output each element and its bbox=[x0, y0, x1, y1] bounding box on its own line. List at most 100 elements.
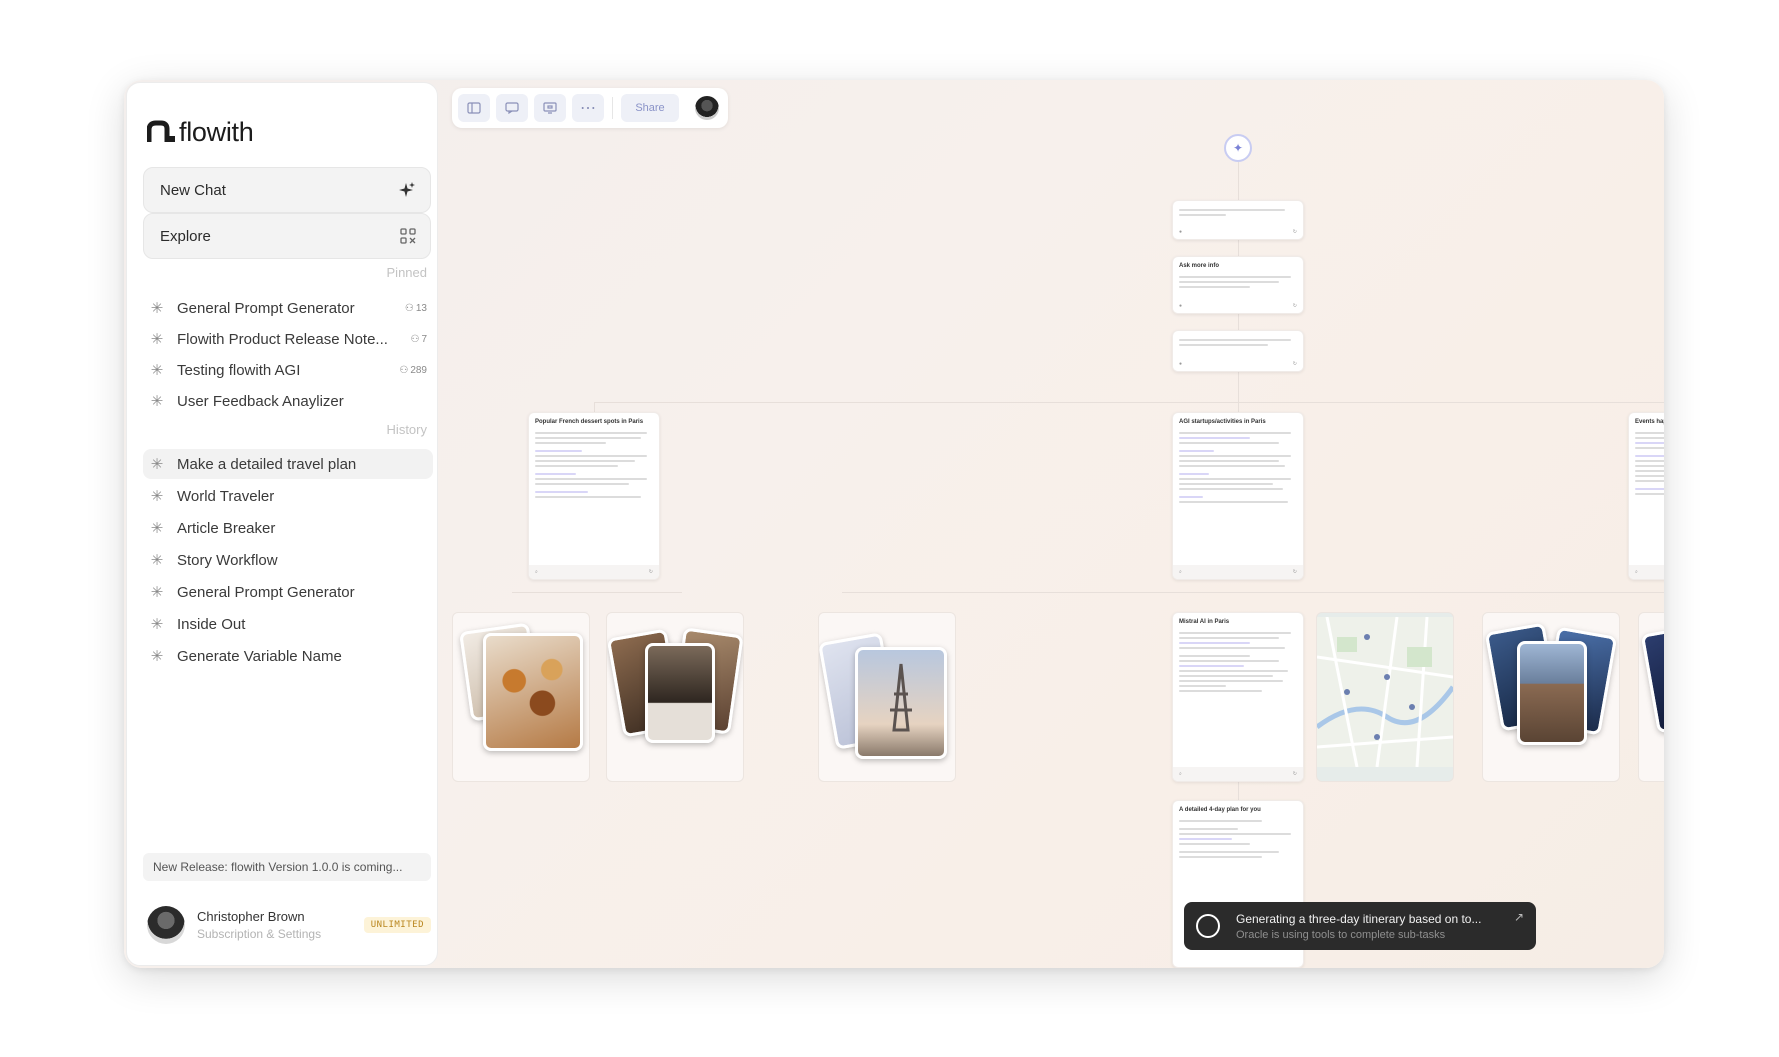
explore-label: Explore bbox=[160, 227, 211, 245]
canvas-toolbar: ⋯ Share bbox=[452, 88, 728, 128]
user-profile[interactable]: Christopher Brown Subscription & Setting… bbox=[147, 903, 431, 947]
history-item[interactable]: ✳ Article Breaker bbox=[143, 513, 433, 543]
image-search-card[interactable] bbox=[818, 612, 956, 782]
sparkle-icon: ✳ bbox=[150, 584, 164, 601]
sparkle-icon bbox=[399, 182, 415, 197]
avatar bbox=[147, 906, 185, 944]
pinned-item[interactable]: ✳ Testing flowith AGI ⚇ 289 bbox=[143, 355, 433, 385]
connector bbox=[1612, 592, 1664, 593]
card-title: Mistral AI in Paris bbox=[1179, 619, 1230, 625]
explore-button[interactable]: Explore bbox=[143, 213, 431, 259]
share-button[interactable]: Share bbox=[621, 94, 679, 122]
more-options-button[interactable]: ⋯ bbox=[572, 94, 604, 122]
flow-node-card[interactable]: Popular French dessert spots in Paris ⌕ ↻ bbox=[528, 412, 660, 580]
history-item-label: World Traveler bbox=[177, 487, 275, 505]
sparkle-icon: ✳ bbox=[150, 362, 164, 379]
chat-view-button[interactable] bbox=[496, 94, 528, 122]
flow-node-card[interactable]: AGI startups/activities in Paris ⌕ ↻ bbox=[1172, 412, 1304, 580]
history-section-label: History bbox=[386, 422, 427, 437]
connector bbox=[842, 592, 1612, 593]
sparkle-icon: ✳ bbox=[150, 393, 164, 410]
image-search-card[interactable] bbox=[1638, 612, 1664, 782]
connector bbox=[512, 592, 682, 593]
history-item[interactable]: ✳ Inside Out bbox=[143, 609, 433, 639]
app-name: flowith bbox=[179, 116, 254, 147]
history-item-label: Make a detailed travel plan bbox=[177, 455, 357, 473]
app-logo[interactable]: flowith bbox=[147, 116, 254, 147]
member-count: ⚇ 289 bbox=[399, 364, 427, 376]
flow-node-card[interactable]: ● ↻ bbox=[1172, 330, 1304, 372]
flow-root-node[interactable]: ✦ bbox=[1224, 134, 1252, 162]
image-thumbnail bbox=[855, 647, 947, 759]
expand-arrow-icon[interactable]: ↗ bbox=[1514, 910, 1524, 924]
sparkle-icon: ✳ bbox=[150, 616, 164, 633]
user-subtitle: Subscription & Settings bbox=[197, 927, 322, 941]
flow-node-card[interactable]: Events happening in Paris July 2024 ⌕↻ bbox=[1628, 412, 1664, 580]
sparkle-icon: ✦ bbox=[1232, 141, 1244, 155]
sparkle-icon: ✳ bbox=[150, 300, 164, 317]
release-banner[interactable]: New Release: flowith Version 1.0.0 is co… bbox=[143, 853, 431, 881]
sparkle-icon: ✳ bbox=[150, 648, 164, 665]
user-name: Christopher Brown bbox=[197, 909, 305, 924]
app-window: flowith New Chat Explore Pinned ✳ Genera… bbox=[124, 80, 1664, 968]
image-search-card[interactable] bbox=[1482, 612, 1620, 782]
history-item-label: Inside Out bbox=[177, 615, 246, 633]
flowith-logo-icon bbox=[147, 120, 175, 142]
users-icon: ⚇ bbox=[399, 364, 409, 376]
pinned-item[interactable]: ✳ General Prompt Generator ⚇ 13 bbox=[143, 293, 433, 323]
pinned-section-label: Pinned bbox=[386, 265, 427, 280]
history-item-label: Story Workflow bbox=[177, 551, 278, 569]
sparkle-icon: ✳ bbox=[150, 456, 164, 473]
users-icon: ⚇ bbox=[404, 302, 414, 314]
member-count: ⚇ 13 bbox=[404, 302, 427, 314]
flow-canvas[interactable]: ⋯ Share ✦ ● ↻ Ask more info ● ↻ ● ↻ Popu… bbox=[442, 80, 1664, 968]
sidebar-toggle-button[interactable] bbox=[458, 94, 490, 122]
users-icon: ⚇ bbox=[410, 333, 420, 345]
card-title: Events happening in Paris July 2024 bbox=[1635, 419, 1664, 425]
chat-bubble-icon bbox=[505, 102, 519, 114]
toolbar-divider bbox=[612, 97, 613, 119]
history-item[interactable]: ✳ General Prompt Generator bbox=[143, 577, 433, 607]
toast-title: Generating a three-day itinerary based o… bbox=[1236, 911, 1482, 926]
loading-spinner-icon bbox=[1196, 914, 1220, 938]
card-title: A detailed 4-day plan for you bbox=[1179, 807, 1261, 813]
more-dots-icon: ⋯ bbox=[580, 100, 596, 117]
image-thumbnail bbox=[1640, 624, 1664, 734]
generation-status-toast[interactable]: Generating a three-day itinerary based o… bbox=[1184, 902, 1536, 950]
history-item[interactable]: ✳ World Traveler bbox=[143, 481, 433, 511]
card-title: Popular French dessert spots in Paris bbox=[535, 419, 644, 425]
flow-node-card[interactable]: Ask more info ● ↻ bbox=[1172, 256, 1304, 314]
toast-subtitle: Oracle is using tools to complete sub-ta… bbox=[1236, 928, 1446, 941]
history-item[interactable]: ✳ Make a detailed travel plan bbox=[143, 449, 433, 479]
sparkle-icon: ✳ bbox=[150, 488, 164, 505]
pinned-item-label: Flowith Product Release Note... bbox=[177, 330, 388, 348]
pinned-item[interactable]: ✳ User Feedback Anaylizer bbox=[143, 386, 433, 416]
history-item[interactable]: ✳ Generate Variable Name bbox=[143, 641, 433, 671]
image-thumbnail bbox=[1517, 641, 1587, 745]
sparkle-icon: ✳ bbox=[150, 520, 164, 537]
image-thumbnail bbox=[645, 643, 715, 743]
sidebar-panel-icon bbox=[467, 102, 481, 114]
pinned-item-label: Testing flowith AGI bbox=[177, 361, 301, 379]
history-item[interactable]: ✳ Story Workflow bbox=[143, 545, 433, 575]
new-chat-button[interactable]: New Chat bbox=[143, 167, 431, 213]
card-title: AGI startups/activities in Paris bbox=[1179, 419, 1266, 425]
image-search-card[interactable] bbox=[452, 612, 590, 782]
image-search-card[interactable] bbox=[606, 612, 744, 782]
flow-node-card[interactable]: ● ↻ bbox=[1172, 200, 1304, 240]
canvas-view-button[interactable] bbox=[534, 94, 566, 122]
history-item-label: General Prompt Generator bbox=[177, 583, 355, 601]
map-card[interactable] bbox=[1316, 612, 1454, 782]
sparkle-icon: ✳ bbox=[150, 331, 164, 348]
pinned-item[interactable]: ✳ Flowith Product Release Note... ⚇ 7 bbox=[143, 324, 433, 354]
toolbar-avatar[interactable] bbox=[695, 96, 719, 120]
card-title: Ask more info bbox=[1179, 263, 1220, 269]
new-chat-label: New Chat bbox=[160, 181, 226, 199]
pinned-item-label: General Prompt Generator bbox=[177, 299, 355, 317]
history-item-label: Article Breaker bbox=[177, 519, 276, 537]
sparkle-icon: ✳ bbox=[150, 552, 164, 569]
flow-node-card[interactable]: Mistral AI in Paris ⌕ ↻ bbox=[1172, 612, 1304, 782]
history-item-label: Generate Variable Name bbox=[177, 647, 342, 665]
connector bbox=[594, 402, 1664, 403]
pinned-item-label: User Feedback Anaylizer bbox=[177, 392, 344, 410]
